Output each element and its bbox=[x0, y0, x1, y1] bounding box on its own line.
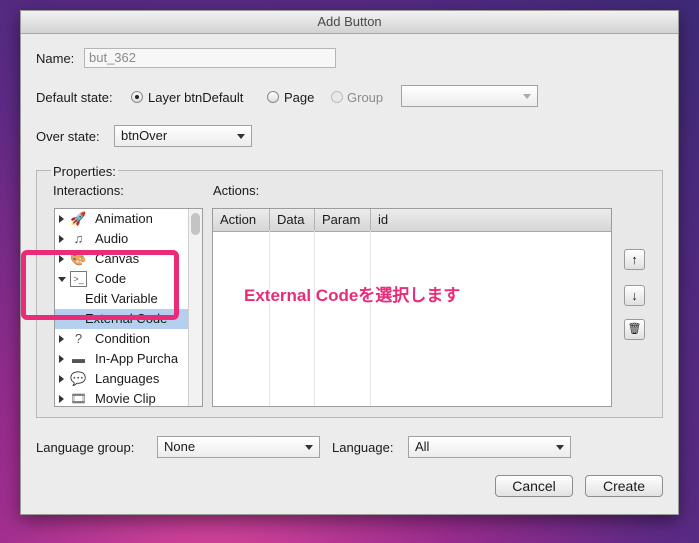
cancel-button[interactable]: Cancel bbox=[495, 475, 573, 497]
radio-group-label: Group bbox=[347, 90, 384, 105]
column-header-data[interactable]: Data bbox=[270, 209, 315, 231]
radio-layer-btndefault[interactable] bbox=[131, 91, 143, 103]
radio-page[interactable] bbox=[267, 91, 279, 103]
tree-item-languages[interactable]: 💬 Languages bbox=[55, 369, 188, 389]
column-header-id[interactable]: id bbox=[371, 209, 611, 231]
radio-page-label: Page bbox=[284, 90, 315, 105]
column-divider bbox=[314, 231, 315, 406]
column-header-param[interactable]: Param bbox=[315, 209, 371, 231]
tree-item-condition[interactable]: ? Condition bbox=[55, 329, 188, 349]
tree-item-animation[interactable]: 🚀 Animation bbox=[55, 209, 188, 229]
language-value: All bbox=[415, 439, 430, 454]
default-state-label: Default state: bbox=[36, 90, 113, 105]
tree-scroll-thumb[interactable] bbox=[191, 213, 200, 235]
interactions-label: Interactions: bbox=[53, 183, 124, 198]
tree-scrollbar[interactable] bbox=[188, 209, 202, 406]
chevron-down-icon bbox=[556, 445, 564, 450]
name-field[interactable]: but_362 bbox=[84, 48, 336, 68]
music-note-icon: ♫ bbox=[73, 231, 84, 246]
properties-legend: Properties: bbox=[51, 164, 118, 179]
tree-item-label: Animation bbox=[95, 211, 153, 226]
column-divider bbox=[269, 231, 270, 406]
language-group-value: None bbox=[164, 439, 196, 454]
over-state-label: Over state: bbox=[36, 129, 100, 144]
speech-bubble-icon: 💬 bbox=[70, 371, 87, 386]
column-header-action[interactable]: Action bbox=[213, 209, 270, 231]
tree-item-label: Condition bbox=[95, 331, 150, 346]
expand-triangle-icon[interactable] bbox=[59, 215, 64, 223]
chevron-down-icon bbox=[523, 94, 531, 99]
arrow-up-icon: ↑ bbox=[631, 252, 638, 267]
delete-action-button[interactable]: 🗑 bbox=[624, 319, 645, 340]
condition-icon: ? bbox=[74, 331, 83, 346]
rocket-icon: 🚀 bbox=[70, 211, 87, 226]
card-icon: ▬ bbox=[72, 351, 85, 366]
actions-label: Actions: bbox=[213, 183, 260, 198]
radio-layer-btndefault-label: Layer btnDefault bbox=[148, 90, 244, 105]
expand-triangle-icon[interactable] bbox=[59, 395, 64, 403]
annotation-highlight-box bbox=[21, 250, 179, 320]
tree-item-label: In-App Purcha bbox=[95, 351, 179, 366]
language-select[interactable]: All bbox=[408, 436, 571, 458]
expand-triangle-icon[interactable] bbox=[59, 335, 64, 343]
chevron-down-icon bbox=[237, 134, 245, 139]
language-group-select[interactable]: None bbox=[157, 436, 320, 458]
tree-item-label: Movie Clip bbox=[95, 391, 156, 406]
column-divider bbox=[370, 231, 371, 406]
over-state-value: btnOver bbox=[121, 128, 168, 143]
window-title: Add Button bbox=[21, 11, 678, 34]
film-icon: 🎞 bbox=[70, 391, 87, 406]
name-label: Name: bbox=[36, 51, 75, 66]
expand-triangle-icon[interactable] bbox=[59, 375, 64, 383]
create-button[interactable]: Create bbox=[585, 475, 663, 497]
tree-item-in-app-purchase[interactable]: ▬ In-App Purcha bbox=[55, 349, 188, 369]
arrow-down-icon: ↓ bbox=[631, 288, 638, 303]
expand-triangle-icon[interactable] bbox=[59, 355, 64, 363]
tree-item-movie-clip[interactable]: 🎞 Movie Clip bbox=[55, 389, 188, 406]
over-state-select[interactable]: btnOver bbox=[114, 125, 252, 147]
annotation-text: External Codeを選択します bbox=[244, 286, 461, 305]
radio-group[interactable] bbox=[331, 91, 343, 103]
trash-icon: 🗑 bbox=[627, 323, 642, 335]
chevron-down-icon bbox=[305, 445, 313, 450]
actions-table-header: Action Data Param id bbox=[213, 209, 611, 232]
tree-item-label: Audio bbox=[95, 231, 129, 246]
move-down-button[interactable]: ↓ bbox=[624, 285, 645, 306]
language-group-label: Language group: bbox=[36, 440, 135, 455]
expand-triangle-icon[interactable] bbox=[59, 235, 64, 243]
tree-item-label: Languages bbox=[95, 371, 160, 386]
move-up-button[interactable]: ↑ bbox=[624, 249, 645, 270]
actions-table[interactable]: Action Data Param id bbox=[212, 208, 612, 407]
group-select[interactable] bbox=[401, 85, 538, 107]
language-label: Language: bbox=[332, 440, 394, 455]
tree-item-audio[interactable]: ♫ Audio bbox=[55, 229, 188, 249]
